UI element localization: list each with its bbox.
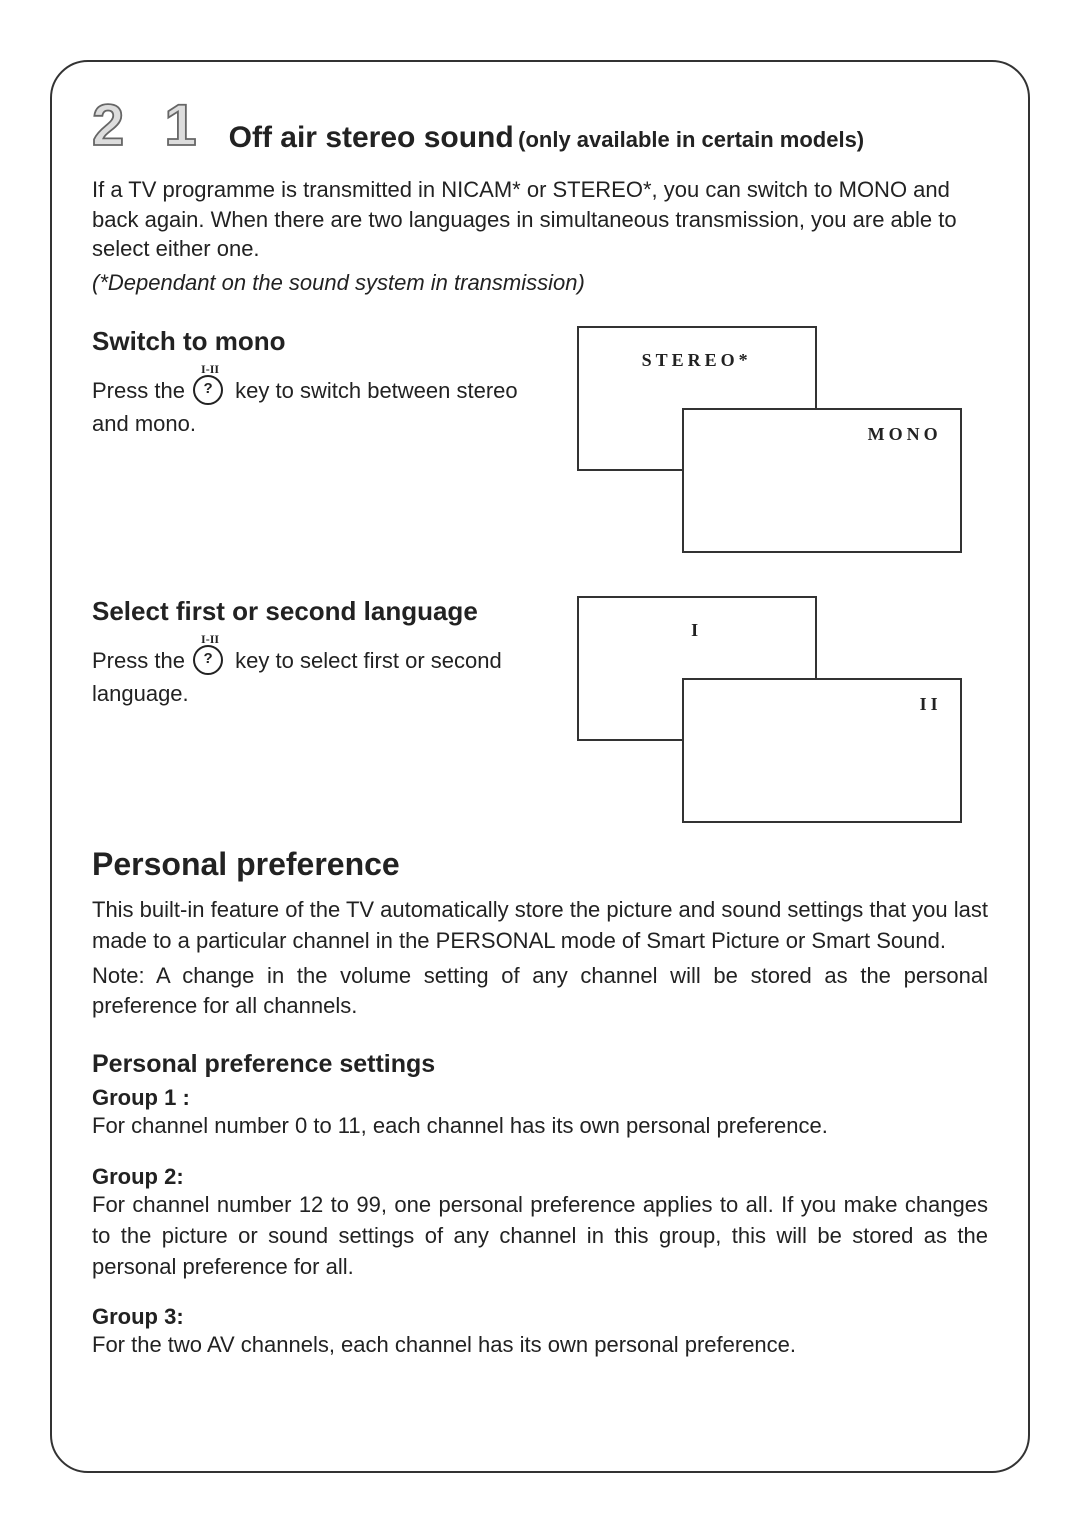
- group1-text: For channel number 0 to 11, each channel…: [92, 1111, 988, 1142]
- key-glyph: ?: [193, 375, 223, 405]
- section2-note: Note: A change in the volume setting of …: [92, 961, 988, 1023]
- group-1: Group 1 : For channel number 0 to 11, ea…: [92, 1085, 988, 1142]
- box-lang-i-label: I: [691, 620, 702, 641]
- key-glyph-2: ?: [193, 645, 223, 675]
- language-key-icon: I-II?: [193, 645, 227, 679]
- section1-title-note: (only available in certain models): [518, 127, 864, 152]
- group1-label: Group 1 :: [92, 1085, 988, 1111]
- box-stereo-label: STEREO*: [642, 350, 752, 371]
- boxpair-lang: I II: [577, 596, 988, 826]
- lang-pre: Press the: [92, 648, 191, 673]
- mono-pre: Press the: [92, 378, 191, 403]
- page-number: 2 1: [92, 97, 209, 155]
- group-2: Group 2: For channel number 12 to 99, on…: [92, 1164, 988, 1282]
- section1-intro-note: (*Dependant on the sound system in trans…: [92, 270, 988, 296]
- subsection-mono: Switch to mono Press the I-II? key to sw…: [92, 326, 988, 556]
- key-sup-label-2: I-II: [201, 633, 219, 645]
- mono-instruction: Press the I-II? key to switch between st…: [92, 375, 547, 440]
- box-mono-label: MONO: [868, 424, 942, 445]
- lang-text-col: Select first or second language Press th…: [92, 596, 547, 826]
- lang-heading: Select first or second language: [92, 596, 547, 627]
- section1-title-wrap: Off air stereo sound (only available in …: [229, 121, 865, 155]
- group-3: Group 3: For the two AV channels, each c…: [92, 1304, 988, 1361]
- section2-body: This built-in feature of the TV automati…: [92, 895, 988, 957]
- mono-text-col: Switch to mono Press the I-II? key to sw…: [92, 326, 547, 556]
- box-lang-ii-label: II: [920, 694, 942, 715]
- section2-title: Personal preference: [92, 846, 988, 883]
- subsection-language: Select first or second language Press th…: [92, 596, 988, 826]
- section1-title: Off air stereo sound: [229, 121, 514, 154]
- stereo-mono-key-icon: I-II?: [193, 375, 227, 409]
- key-sup-label: I-II: [201, 363, 219, 375]
- group3-text: For the two AV channels, each channel ha…: [92, 1330, 988, 1361]
- group2-text: For channel number 12 to 99, one persona…: [92, 1190, 988, 1282]
- boxpair-mono: STEREO* MONO: [577, 326, 988, 556]
- mono-heading: Switch to mono: [92, 326, 547, 357]
- box-lang-ii: II: [682, 678, 962, 823]
- group3-label: Group 3:: [92, 1304, 988, 1330]
- box-mono: MONO: [682, 408, 962, 553]
- lang-diagram: I II: [577, 596, 988, 826]
- mono-diagram: STEREO* MONO: [577, 326, 988, 556]
- settings-heading: Personal preference settings: [92, 1050, 988, 1079]
- section1-intro: If a TV programme is transmitted in NICA…: [92, 175, 988, 264]
- page-frame: 2 1 Off air stereo sound (only available…: [50, 60, 1030, 1473]
- lang-instruction: Press the I-II? key to select first or s…: [92, 645, 547, 710]
- section1-title-row: 2 1 Off air stereo sound (only available…: [92, 97, 988, 155]
- group2-label: Group 2:: [92, 1164, 988, 1190]
